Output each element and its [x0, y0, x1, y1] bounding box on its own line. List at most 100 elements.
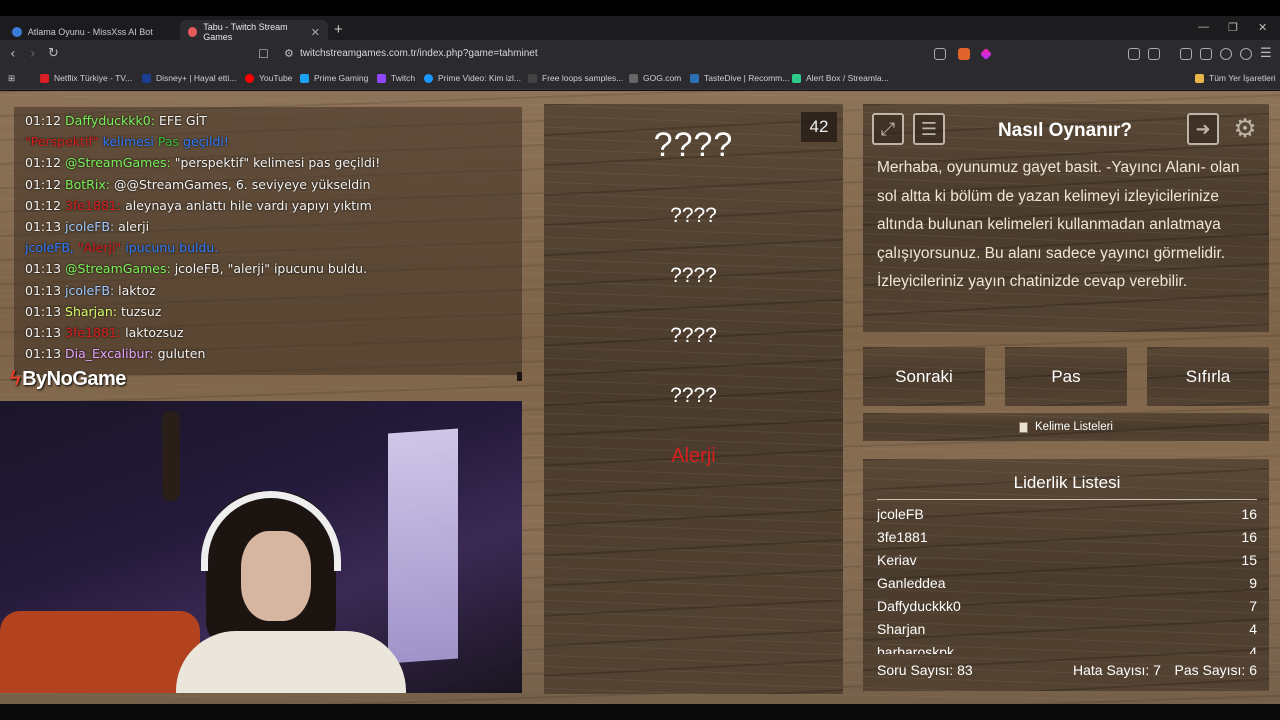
found-word: Alerji	[671, 445, 716, 467]
chat-username[interactable]: 3fe1881:	[65, 325, 121, 340]
bookmark-icon[interactable]: ☐	[258, 47, 269, 61]
exit-icon[interactable]: ➜	[1187, 113, 1219, 145]
chat-username[interactable]: jcoleFB:	[65, 219, 114, 234]
word-lists-button[interactable]: Kelime Listeleri	[863, 413, 1269, 441]
player-score: 7	[1249, 598, 1257, 614]
bookmark-free-loops[interactable]: Free loops samples...	[528, 73, 623, 83]
close-tab-icon[interactable]: ✕	[311, 26, 320, 39]
tab-title: Tabu - Twitch Stream Games	[203, 22, 288, 42]
streamlabs-icon	[792, 73, 801, 83]
chat-text: ipucunu buldu.	[125, 240, 219, 256]
bookmark-prime-video[interactable]: Prime Video: Kim izl...	[424, 73, 521, 83]
chat-username[interactable]: @StreamGames:	[65, 261, 171, 276]
tab-title: Atlama Oyunu - MissXss AI Bot Syste	[27, 27, 154, 37]
logo-text: ByNoGame	[22, 368, 126, 390]
howto-title: Nasıl Oynanır?	[997, 120, 1133, 141]
webcam-feed	[0, 401, 522, 693]
bookmark-twitch[interactable]: Twitch	[377, 73, 415, 83]
chat-text: Pas	[157, 134, 180, 150]
chat-text: laktoz	[118, 282, 156, 298]
chat-username[interactable]: "Perspektif"	[25, 134, 99, 149]
chat-text: @@StreamGames, 6. seviyeye yükseldin	[113, 176, 371, 192]
bookmark-prime-gaming[interactable]: Prime Gaming	[300, 73, 368, 83]
chat-username[interactable]: @StreamGames:	[65, 155, 171, 170]
bookmark-label: Disney+ | Hayal etti...	[156, 73, 237, 83]
sidebar-icon[interactable]	[1180, 48, 1192, 60]
pass-button[interactable]: Pas	[1005, 347, 1127, 406]
chat-scroll-marker	[517, 372, 522, 381]
extension-icon[interactable]	[1148, 48, 1160, 60]
taboo-word: ????	[670, 324, 717, 347]
player-name: Sharjan	[877, 621, 926, 637]
bookmark-alert-box[interactable]: Alert Box / Streamla...	[792, 73, 889, 83]
twitch-icon	[377, 73, 386, 83]
wallet-icon[interactable]	[1200, 48, 1212, 60]
bookmark-label: GOG.com	[643, 73, 682, 83]
bookmark-label: Netflix Türkiye - TV...	[54, 73, 133, 83]
bookmark-gog[interactable]: GOG.com	[629, 73, 681, 83]
chat-text: kelimesi	[102, 134, 154, 150]
share-icon[interactable]	[934, 48, 946, 60]
close-window-icon[interactable]: ✕	[1258, 21, 1267, 34]
chat-username[interactable]: BotRix:	[65, 177, 110, 192]
player-score: 16	[1241, 506, 1257, 522]
chat-text: EFE GİT	[158, 113, 207, 128]
chat-username[interactable]: Dia_Excalibur:	[65, 346, 154, 361]
bookmark-disney[interactable]: Disney+ | Hayal etti...	[142, 73, 236, 83]
leaderboard-row: barbaroskpk 4	[877, 641, 1257, 654]
rewards-icon[interactable]	[980, 48, 992, 60]
leaderboard-stats: Soru Sayısı: 83 Hata Sayısı: 7 Pas Sayıs…	[877, 662, 1257, 682]
player-score: 4	[1249, 644, 1257, 654]
chat-timestamp: 01:13	[25, 282, 62, 298]
next-button[interactable]: Sonraki	[863, 347, 985, 406]
chat-username[interactable]: 3fe1881:	[65, 198, 121, 213]
url-field[interactable]: twitchstreamgames.com.tr/index.php?game=…	[300, 48, 538, 59]
taboo-word: ????	[670, 384, 717, 407]
settings-icon[interactable]: ⚙	[1229, 113, 1261, 145]
bolt-icon: ϟ	[10, 368, 21, 390]
menu-icon[interactable]: ☰	[1260, 46, 1272, 61]
howto-description: Merhaba, oyunumuz gayet basit. -Yayıncı …	[877, 159, 1240, 291]
vpn-icon[interactable]	[1240, 48, 1252, 60]
all-bookmarks[interactable]: Tüm Yer İşaretleri	[1195, 73, 1276, 83]
chat-message: 01:12 @StreamGames: "perspektif" kelimesi …	[25, 155, 380, 170]
chat-timestamp: 01:12	[25, 113, 62, 128]
bookmark-label: Prime Video: Kim izl...	[438, 73, 521, 83]
player-score: 15	[1241, 552, 1257, 568]
fullscreen-icon[interactable]: ⤢	[872, 113, 904, 145]
gog-icon	[629, 73, 638, 83]
chat-username[interactable]: jcoleFB:	[65, 283, 114, 298]
chat-text: tuzsuz	[120, 303, 162, 319]
chat-text: "Alerji"	[77, 240, 122, 256]
player-name: barbaroskpk	[877, 644, 955, 654]
back-icon[interactable]: ‹	[10, 46, 16, 62]
forward-icon[interactable]: ›	[30, 46, 36, 62]
reload-icon[interactable]: ↻	[48, 46, 59, 61]
maximize-icon[interactable]: ❐	[1228, 21, 1238, 34]
chat-message: 01:13 jcoleFB: alerji	[25, 219, 149, 234]
leo-icon[interactable]	[1220, 48, 1232, 60]
chat-username[interactable]: Sharjan:	[65, 304, 117, 319]
list-icon[interactable]: ☰	[913, 113, 945, 145]
reset-button[interactable]: Sıfırla	[1147, 347, 1269, 406]
bookmark-label: Tüm Yer İşaretleri	[1209, 73, 1276, 83]
player-score: 4	[1249, 621, 1257, 637]
new-tab-button[interactable]: +	[334, 21, 343, 38]
leaderboard-list[interactable]: jcoleFB 16 3fe1881 16 Keriav 15 Ganleddea 9 Daff…	[877, 503, 1257, 654]
bookmark-tastedive[interactable]: TasteDive | Recomm...	[690, 73, 789, 83]
extension-icon[interactable]	[1128, 48, 1140, 60]
bookmark-netflix[interactable]: Netflix Türkiye - TV...	[40, 73, 132, 83]
leaderboard-row: 3fe1881 16	[877, 526, 1257, 549]
chat-username[interactable]: jcoleFB,	[25, 240, 74, 255]
site-info-icon[interactable]: ⚙	[284, 47, 294, 60]
chat-timestamp: 01:13	[25, 219, 62, 234]
player-name: Keriav	[877, 552, 917, 568]
bookmark-youtube[interactable]: YouTube	[245, 73, 292, 83]
pass-count: Pas Sayısı: 6	[1174, 662, 1257, 678]
word-lists-label: Kelime Listeleri	[1035, 421, 1113, 433]
chat-username[interactable]: Daffyduckkk0:	[65, 113, 155, 128]
apps-icon[interactable]: ⊞	[8, 73, 15, 84]
minimize-icon[interactable]: —	[1198, 21, 1209, 33]
player-name: 3fe1881	[877, 529, 928, 545]
brave-shield-icon[interactable]	[958, 48, 970, 60]
